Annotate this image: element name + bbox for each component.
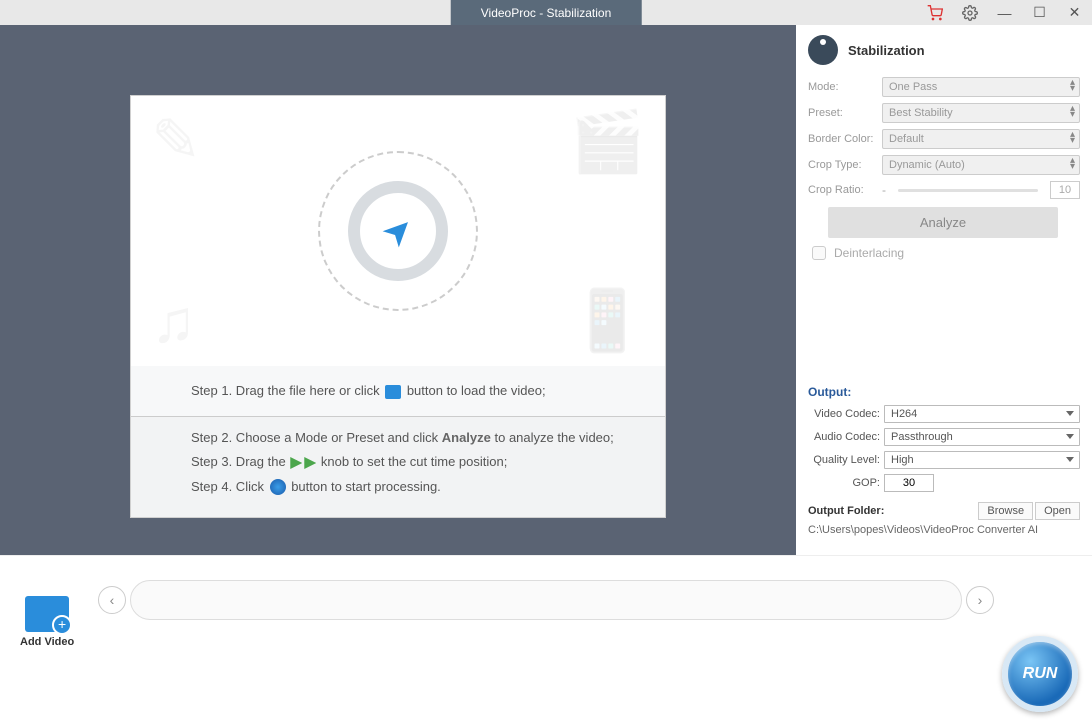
add-video-button[interactable]: Add Video [20,596,74,648]
output-folder-path: C:\Users\popes\Videos\VideoProc Converte… [808,524,1080,536]
run-button[interactable]: RUN [1002,636,1078,712]
nav-prev-button[interactable]: ‹ [98,586,126,614]
maximize-icon[interactable]: ☐ [1022,0,1057,25]
titlebar: VideoProc - Stabilization — ☐ ✕ [0,0,1092,25]
flag-left-icon [290,457,302,469]
minimize-icon[interactable]: — [987,0,1022,25]
deinterlacing-label: Deinterlacing [834,246,904,260]
add-video-icon [25,596,69,632]
step-1: Step 1. Drag the file here or click butt… [191,382,640,400]
quality-select[interactable]: High [884,451,1080,469]
step-3: Step 3. Drag the knob to set the cut tim… [191,453,640,471]
preset-label: Preset: [808,107,876,119]
preview-area: ✎ 🎬 ♫ 📱 ➤ Step 1. Drag the file here or … [0,25,796,555]
acodec-select[interactable]: Passthrough [884,428,1080,446]
open-button[interactable]: Open [1035,502,1080,520]
border-select[interactable]: Default▴▾ [882,129,1080,149]
cropratio-label: Crop Ratio: [808,184,876,196]
croptype-select[interactable]: Dynamic (Auto)▴▾ [882,155,1080,175]
preview-card: ✎ 🎬 ♫ 📱 ➤ Step 1. Drag the file here or … [130,95,666,518]
window-title: VideoProc - Stabilization [451,0,642,25]
output-title: Output: [808,385,1080,399]
mode-label: Mode: [808,81,876,93]
output-folder-label: Output Folder: [808,505,884,517]
vcodec-select[interactable]: H264 [884,405,1080,423]
film-reel-icon [808,35,838,65]
timeline-track [130,580,962,620]
close-icon[interactable]: ✕ [1057,0,1092,25]
bottom-bar: ‹ › Add Video RUN [0,555,1092,726]
cropratio-value[interactable]: 10 [1050,181,1080,199]
deinterlacing-checkbox[interactable] [812,246,826,260]
gop-label: GOP: [808,477,884,489]
acodec-label: Audio Codec: [808,431,884,443]
upload-arrow-icon: ➤ [372,205,423,256]
video-plus-icon [385,385,401,399]
side-panel: Stabilization Mode: One Pass▴▾ Preset: B… [796,25,1092,555]
step-2: Step 2. Choose a Mode or Preset and clic… [191,429,640,447]
gear-icon[interactable] [952,0,987,25]
browse-button[interactable]: Browse [978,502,1033,520]
drop-zone[interactable]: ✎ 🎬 ♫ 📱 ➤ [131,96,665,366]
quality-label: Quality Level: [808,454,884,466]
vcodec-label: Video Codec: [808,408,884,420]
step-4: Step 4. Click button to start processing… [191,478,640,496]
panel-title: Stabilization [848,43,925,58]
border-label: Border Color: [808,133,876,145]
cropratio-slider[interactable] [898,189,1038,192]
mode-select[interactable]: One Pass▴▾ [882,77,1080,97]
nav-next-button[interactable]: › [966,586,994,614]
run-small-icon [270,479,286,495]
cart-icon[interactable] [917,0,952,25]
croptype-label: Crop Type: [808,159,876,171]
flag-right-icon [304,457,316,469]
analyze-button[interactable]: Analyze [828,207,1058,238]
preset-select[interactable]: Best Stability▴▾ [882,103,1080,123]
gop-input[interactable] [884,474,934,492]
